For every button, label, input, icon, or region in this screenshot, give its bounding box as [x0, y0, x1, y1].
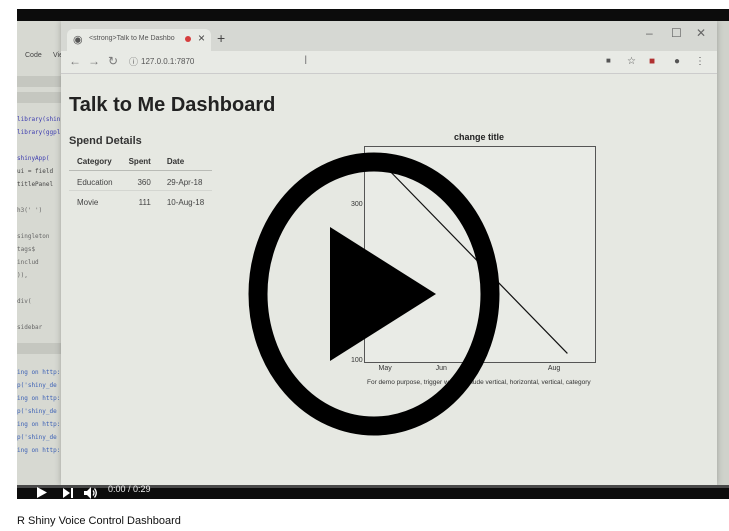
code-line: singleton: [17, 233, 50, 240]
ide-terminal-tab: [17, 343, 63, 354]
video-title[interactable]: R Shiny Voice Control Dashboard: [17, 515, 181, 527]
console-line: ing on http:: [17, 369, 61, 376]
mouse-cursor-icon: I: [304, 53, 308, 67]
code-line: tags$: [17, 246, 36, 253]
code-line: )),: [17, 272, 28, 279]
console-line: p('shiny_de: [17, 434, 57, 441]
table-cell: Movie: [69, 190, 121, 210]
browser-tab: ◉ <strong>Talk to Me Dashbo ×: [67, 29, 211, 51]
total-time: 0:29: [133, 484, 151, 494]
spend-table: Category Spent Date Education 360 29-Apr…: [69, 152, 213, 210]
profile-icon: ●: [674, 56, 681, 67]
time-separator: /: [125, 484, 134, 494]
play-icon[interactable]: [37, 487, 47, 498]
code-line: h3(' '): [17, 207, 43, 214]
console-line: p('shiny_de: [17, 382, 57, 389]
minimize-icon: –: [646, 26, 653, 40]
code-line: titlePanel: [17, 181, 54, 188]
table-cell: 10-Aug-18: [158, 190, 213, 210]
console-line: ing on http:: [17, 421, 61, 428]
ide-console: ing on http: p('shiny_de ing on http: p(…: [17, 369, 63, 460]
console-line: ing on http:: [17, 447, 61, 454]
ide-toolbar: [17, 76, 63, 87]
code-line: ui = field: [17, 168, 54, 175]
table-cell: 360: [120, 170, 159, 191]
forward-icon: →: [88, 54, 100, 68]
x-tick-label: Aug: [547, 365, 561, 372]
console-line: ing on http:: [17, 395, 61, 402]
table-row: Movie 111 10-Aug-18: [69, 190, 213, 210]
address-bar: ← → ↻ ⓘ 127.0.0.1:7870 I ■ ☆ ■ ● ⋮: [61, 51, 717, 74]
menu-icon: ⋮: [695, 56, 705, 67]
star-icon: ☆: [627, 56, 636, 67]
ide-menu-item: Code: [25, 52, 42, 59]
video-player[interactable]: Code Vie library(shin library(ggpl shiny…: [17, 9, 729, 499]
url-text: 127.0.0.1:7870: [141, 57, 195, 66]
tab-strip: ◉ <strong>Talk to Me Dashbo × + – ☐ ✕: [61, 21, 717, 51]
recording-icon: [185, 36, 191, 42]
close-icon: ×: [198, 31, 206, 45]
table-cell: Education: [69, 170, 121, 191]
table-cell: 111: [120, 190, 159, 210]
table-row: Education 360 29-Apr-18: [69, 170, 213, 191]
volume-icon[interactable]: [84, 487, 98, 499]
code-line: library(ggpl: [17, 129, 61, 136]
play-overlay-icon[interactable]: [246, 147, 502, 442]
new-tab-icon: +: [217, 30, 226, 46]
column-header: Date: [158, 152, 213, 171]
code-line: includ: [17, 259, 39, 266]
video-frame: Code Vie library(shin library(ggpl shiny…: [17, 21, 729, 485]
code-editor: library(shin library(ggpl shinyApp( ui =…: [17, 116, 63, 337]
next-icon[interactable]: [63, 488, 73, 498]
column-header: Category: [69, 152, 121, 171]
back-icon: ←: [69, 54, 81, 68]
time-display: 0:00 / 0:29: [108, 484, 151, 494]
reload-icon: ↻: [108, 54, 119, 68]
close-window-icon: ✕: [696, 26, 707, 40]
rstudio-window: Code Vie library(shin library(ggpl shiny…: [17, 21, 63, 485]
table-cell: 29-Apr-18: [158, 170, 213, 191]
ide-menu: Code Vie: [17, 52, 63, 66]
globe-icon: ◉: [73, 34, 83, 46]
column-header: Spent: [120, 152, 159, 171]
tab-title: <strong>Talk to Me Dashbo: [89, 35, 175, 42]
camera-icon: ■: [606, 56, 611, 65]
maximize-icon: ☐: [671, 26, 682, 40]
console-line: p('shiny_de: [17, 408, 57, 415]
section-title: Spend Details: [69, 135, 142, 147]
code-line: div(: [17, 298, 32, 305]
info-icon: ⓘ: [129, 57, 139, 67]
code-line: library(shin: [17, 116, 61, 123]
code-line: sidebar: [17, 324, 43, 331]
code-line: shinyApp(: [17, 155, 50, 162]
ide-file-tab: [17, 92, 63, 103]
current-time: 0:00: [108, 484, 126, 494]
page-title: Talk to Me Dashboard: [69, 94, 276, 116]
chart-title: change title: [454, 132, 505, 142]
extension-icon: ■: [649, 56, 656, 67]
